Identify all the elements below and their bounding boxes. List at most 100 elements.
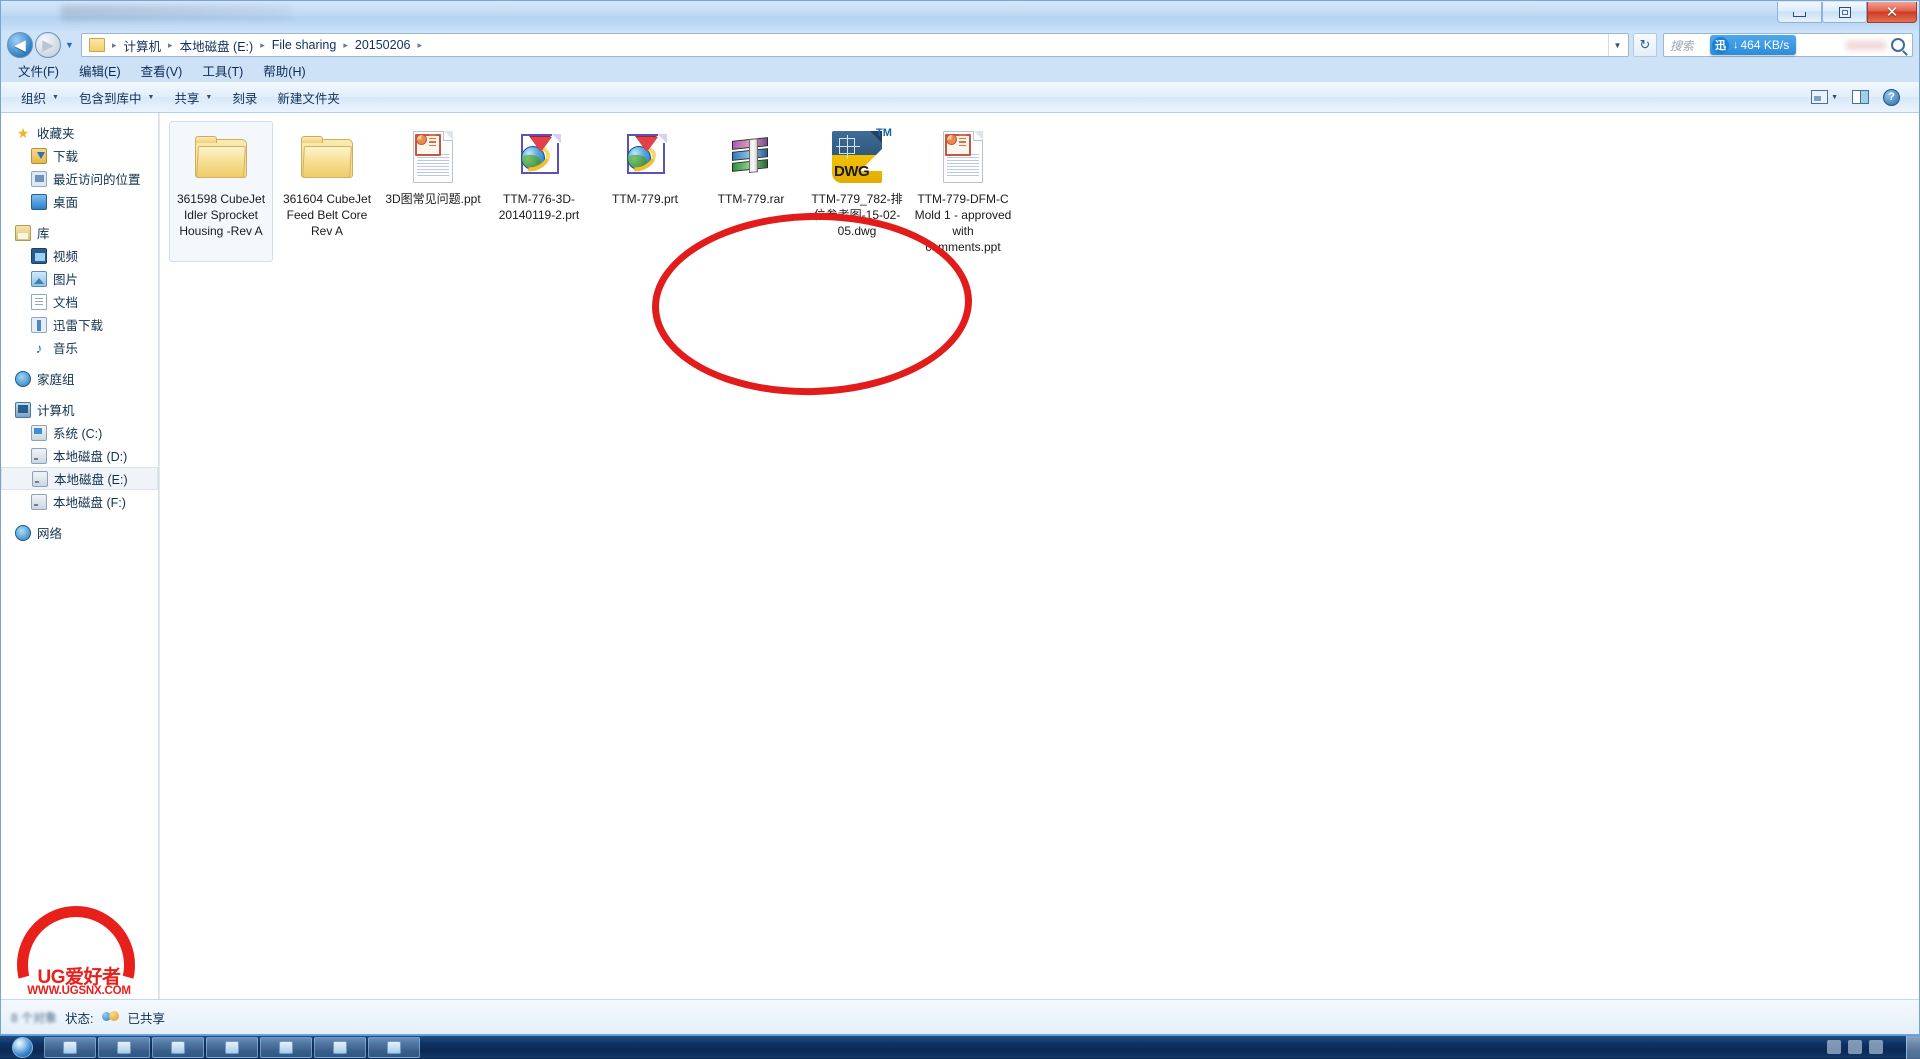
taskbar-button[interactable] xyxy=(314,1037,366,1058)
forward-button[interactable]: ▶ xyxy=(35,32,61,58)
show-desktop-button[interactable] xyxy=(1906,1036,1920,1059)
minimize-icon xyxy=(1793,12,1806,17)
sidebar-item--[interactable]: 家庭组 xyxy=(1,367,158,390)
status-bar: 8 个对象 状态: 已共享 xyxy=(1,999,1919,1034)
breadcrumb-item-1[interactable]: 本地磁盘 (E:) xyxy=(176,34,258,57)
refresh-button[interactable]: ↻ xyxy=(1633,33,1657,57)
sidebar-item--[interactable]: 计算机 xyxy=(1,398,158,421)
sidebar-item-label: 最近访问的位置 xyxy=(53,169,141,188)
taskbar-button[interactable] xyxy=(368,1037,420,1058)
file-item[interactable]: TTM-779.rar xyxy=(699,121,803,262)
start-button[interactable] xyxy=(0,1036,44,1059)
system-tray[interactable] xyxy=(1827,1040,1900,1054)
menu-item-2[interactable]: 查看(V) xyxy=(132,59,192,82)
taskbar-button[interactable] xyxy=(152,1037,204,1058)
sidebar-item--[interactable]: 文档 xyxy=(1,290,158,313)
sidebar-item--[interactable]: 网络 xyxy=(1,521,158,544)
breadcrumb-separator[interactable]: ▸ xyxy=(165,40,176,51)
breadcrumb: ▸计算机▸本地磁盘 (E:)▸File sharing▸20150206▸ xyxy=(109,34,425,57)
address-bar[interactable]: ▸计算机▸本地磁盘 (E:)▸File sharing▸20150206▸ ▼ xyxy=(81,33,1629,57)
download-speed-overlay[interactable]: 迅 ↓ 464 KB/s xyxy=(1710,35,1796,55)
sidebar-item--[interactable]: ♪音乐 xyxy=(1,336,158,359)
breadcrumb-separator[interactable]: ▸ xyxy=(415,40,426,51)
file-item[interactable]: 361604 CubeJet Feed Belt Core Rev A xyxy=(275,121,379,262)
organize-button[interactable]: 组织 ▼ xyxy=(11,84,69,111)
toolbar-right-group: ▼ ? xyxy=(1806,86,1919,109)
file-item[interactable]: TTM-779-DFM-C Mold 1 - approved with com… xyxy=(911,121,1015,262)
sidebar-item--[interactable]: 下载 xyxy=(1,144,158,167)
sidebar-item-label: 下载 xyxy=(53,146,78,165)
taskbar-button[interactable] xyxy=(44,1037,96,1058)
drive-icon xyxy=(31,448,47,464)
search-input[interactable]: 搜索 xyxy=(1664,37,1694,54)
back-button[interactable]: ◀ xyxy=(7,32,33,58)
chevron-down-icon: ▼ xyxy=(147,94,154,101)
sidebar-item--d-[interactable]: 本地磁盘 (D:) xyxy=(1,444,158,467)
sidebar-item-label: 音乐 xyxy=(53,338,78,357)
sidebar-item--c-[interactable]: 系统 (C:) xyxy=(1,421,158,444)
address-dropdown-button[interactable]: ▼ xyxy=(1608,34,1626,56)
file-list-pane[interactable]: 361598 CubeJet Idler Sprocket Housing -R… xyxy=(159,113,1919,1001)
taskbar-button[interactable] xyxy=(206,1037,258,1058)
maximize-button[interactable] xyxy=(1822,2,1867,23)
breadcrumb-item-2[interactable]: File sharing xyxy=(268,36,341,54)
file-name-label: TTM-776-3D-20140119-2.prt xyxy=(490,191,588,223)
menu-item-4[interactable]: 帮助(H) xyxy=(254,59,314,82)
sidebar-item--[interactable]: 桌面 xyxy=(1,190,158,213)
sidebar-item--[interactable]: 图片 xyxy=(1,267,158,290)
sidebar-item--[interactable]: 最近访问的位置 xyxy=(1,167,158,190)
sidebar-item-label: 网络 xyxy=(37,523,62,542)
menu-item-1[interactable]: 编辑(E) xyxy=(70,59,130,82)
document-icon xyxy=(31,294,47,310)
sidebar-item--[interactable]: 库 xyxy=(1,221,158,244)
sidebar-item-label: 本地磁盘 (F:) xyxy=(53,492,126,511)
help-icon: ? xyxy=(1883,89,1900,106)
breadcrumb-item-3[interactable]: 20150206 xyxy=(351,36,415,54)
tm-mark: TM xyxy=(876,127,892,139)
breadcrumb-item-0[interactable]: 计算机 xyxy=(120,34,166,57)
sidebar-item-label: 桌面 xyxy=(53,192,78,211)
preview-pane-button[interactable] xyxy=(1847,87,1874,107)
navigation-pane[interactable]: ★收藏夹下载最近访问的位置桌面库视频图片文档迅雷下载♪音乐家庭组计算机系统 (C… xyxy=(1,113,159,1001)
tray-icon[interactable] xyxy=(1848,1040,1862,1054)
sidebar-item--f-[interactable]: 本地磁盘 (F:) xyxy=(1,490,158,513)
menu-item-0[interactable]: 文件(F) xyxy=(9,59,68,82)
sidebar-item--e-[interactable]: 本地磁盘 (E:) xyxy=(1,467,158,490)
xunlei-icon: 迅 xyxy=(1712,37,1729,54)
download-speed-text: 464 KB/s xyxy=(1741,38,1790,52)
file-item[interactable]: 361598 CubeJet Idler Sprocket Housing -R… xyxy=(169,121,273,262)
share-button[interactable]: 共享 ▼ xyxy=(164,84,222,111)
breadcrumb-separator[interactable]: ▸ xyxy=(257,40,268,51)
tray-icon[interactable] xyxy=(1869,1040,1883,1054)
folder-icon xyxy=(89,38,105,52)
taskbar-button[interactable] xyxy=(98,1037,150,1058)
change-view-button[interactable]: ▼ xyxy=(1806,87,1843,107)
menu-item-3[interactable]: 工具(T) xyxy=(193,59,252,82)
file-item[interactable]: TTM-776-3D-20140119-2.prt xyxy=(487,121,591,262)
taskbar-button[interactable] xyxy=(260,1037,312,1058)
new-folder-label: 新建文件夹 xyxy=(277,88,340,107)
new-folder-button[interactable]: 新建文件夹 xyxy=(267,84,350,111)
help-button[interactable]: ? xyxy=(1878,86,1905,109)
rar-archive-icon xyxy=(723,126,779,188)
include-in-library-button[interactable]: 包含到库中 ▼ xyxy=(69,84,164,111)
tray-icon[interactable] xyxy=(1827,1040,1841,1054)
sidebar-group: 库视频图片文档迅雷下载♪音乐 xyxy=(1,221,158,359)
taskbar[interactable] xyxy=(0,1035,1920,1058)
menu-bar: 文件(F)编辑(E)查看(V)工具(T)帮助(H) xyxy=(1,59,1919,81)
minimize-button[interactable] xyxy=(1777,2,1822,23)
taskbar-app-icon xyxy=(171,1041,185,1054)
breadcrumb-separator[interactable]: ▸ xyxy=(340,40,351,51)
close-button[interactable]: ✕ xyxy=(1867,2,1917,23)
sidebar-item--[interactable]: 迅雷下载 xyxy=(1,313,158,336)
burn-button[interactable]: 刻录 xyxy=(222,84,267,111)
sidebar-item--[interactable]: 视频 xyxy=(1,244,158,267)
share-label: 共享 xyxy=(174,88,199,107)
sidebar-item--[interactable]: ★收藏夹 xyxy=(1,121,158,144)
file-item[interactable]: 3D图常见问题.ppt xyxy=(381,121,485,262)
recent-pages-button[interactable]: ▼ xyxy=(63,39,76,51)
windows-logo-icon xyxy=(12,1037,33,1058)
file-item[interactable]: DWGTMTTM-779_782-排位参考图-15-02-05.dwg xyxy=(805,121,909,262)
title-bar[interactable]: ✕ xyxy=(1,1,1919,31)
file-item[interactable]: TTM-779.prt xyxy=(593,121,697,262)
